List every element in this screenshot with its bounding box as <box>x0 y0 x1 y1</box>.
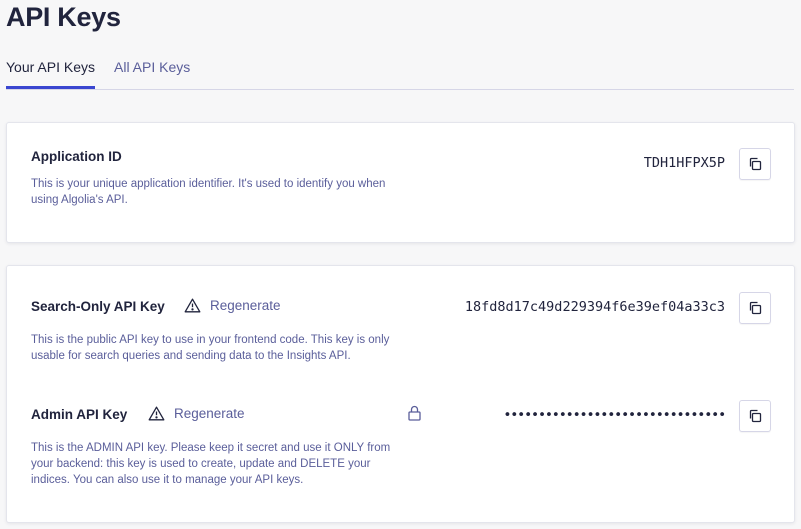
warning-icon <box>184 298 201 313</box>
search-key-label: Search-Only API Key <box>31 299 165 314</box>
copy-icon <box>749 301 762 315</box>
search-key-description: This is the public API key to use in you… <box>31 334 390 362</box>
lock-icon[interactable] <box>407 405 422 421</box>
tab-bar: Your API Keys All API Keys <box>6 50 794 90</box>
copy-icon <box>749 157 762 171</box>
regenerate-search-key-label: Regenerate <box>210 298 281 313</box>
application-id-label: Application ID <box>31 149 122 164</box>
application-id-card: Application ID This is your unique appli… <box>6 122 795 243</box>
api-keys-card: Search-Only API Key Regenerate 18fd8d17c… <box>6 265 795 523</box>
copy-admin-key-button[interactable] <box>739 400 771 432</box>
copy-search-key-button[interactable] <box>739 292 771 324</box>
copy-application-id-button[interactable] <box>739 148 771 180</box>
admin-key-description: This is the ADMIN API key. Please keep i… <box>31 442 391 486</box>
tab-all-api-keys[interactable]: All API Keys <box>114 58 190 88</box>
tab-your-api-keys[interactable]: Your API Keys <box>6 58 95 89</box>
admin-key-value: •••••••••••••••••••••••••••••••• <box>503 407 726 423</box>
application-id-description: This is your unique application identifi… <box>31 178 386 206</box>
regenerate-admin-key-button[interactable]: Regenerate <box>148 406 245 421</box>
warning-icon <box>148 406 165 421</box>
search-key-value: 18fd8d17c49d229394f6e39ef04a33c3 <box>464 299 725 315</box>
copy-icon <box>749 409 762 423</box>
regenerate-admin-key-label: Regenerate <box>174 406 245 421</box>
regenerate-search-key-button[interactable]: Regenerate <box>184 298 281 313</box>
admin-key-label: Admin API Key <box>31 407 128 422</box>
page-title: API Keys <box>6 2 121 32</box>
application-id-value: TDH1HFPX5P <box>643 155 725 171</box>
